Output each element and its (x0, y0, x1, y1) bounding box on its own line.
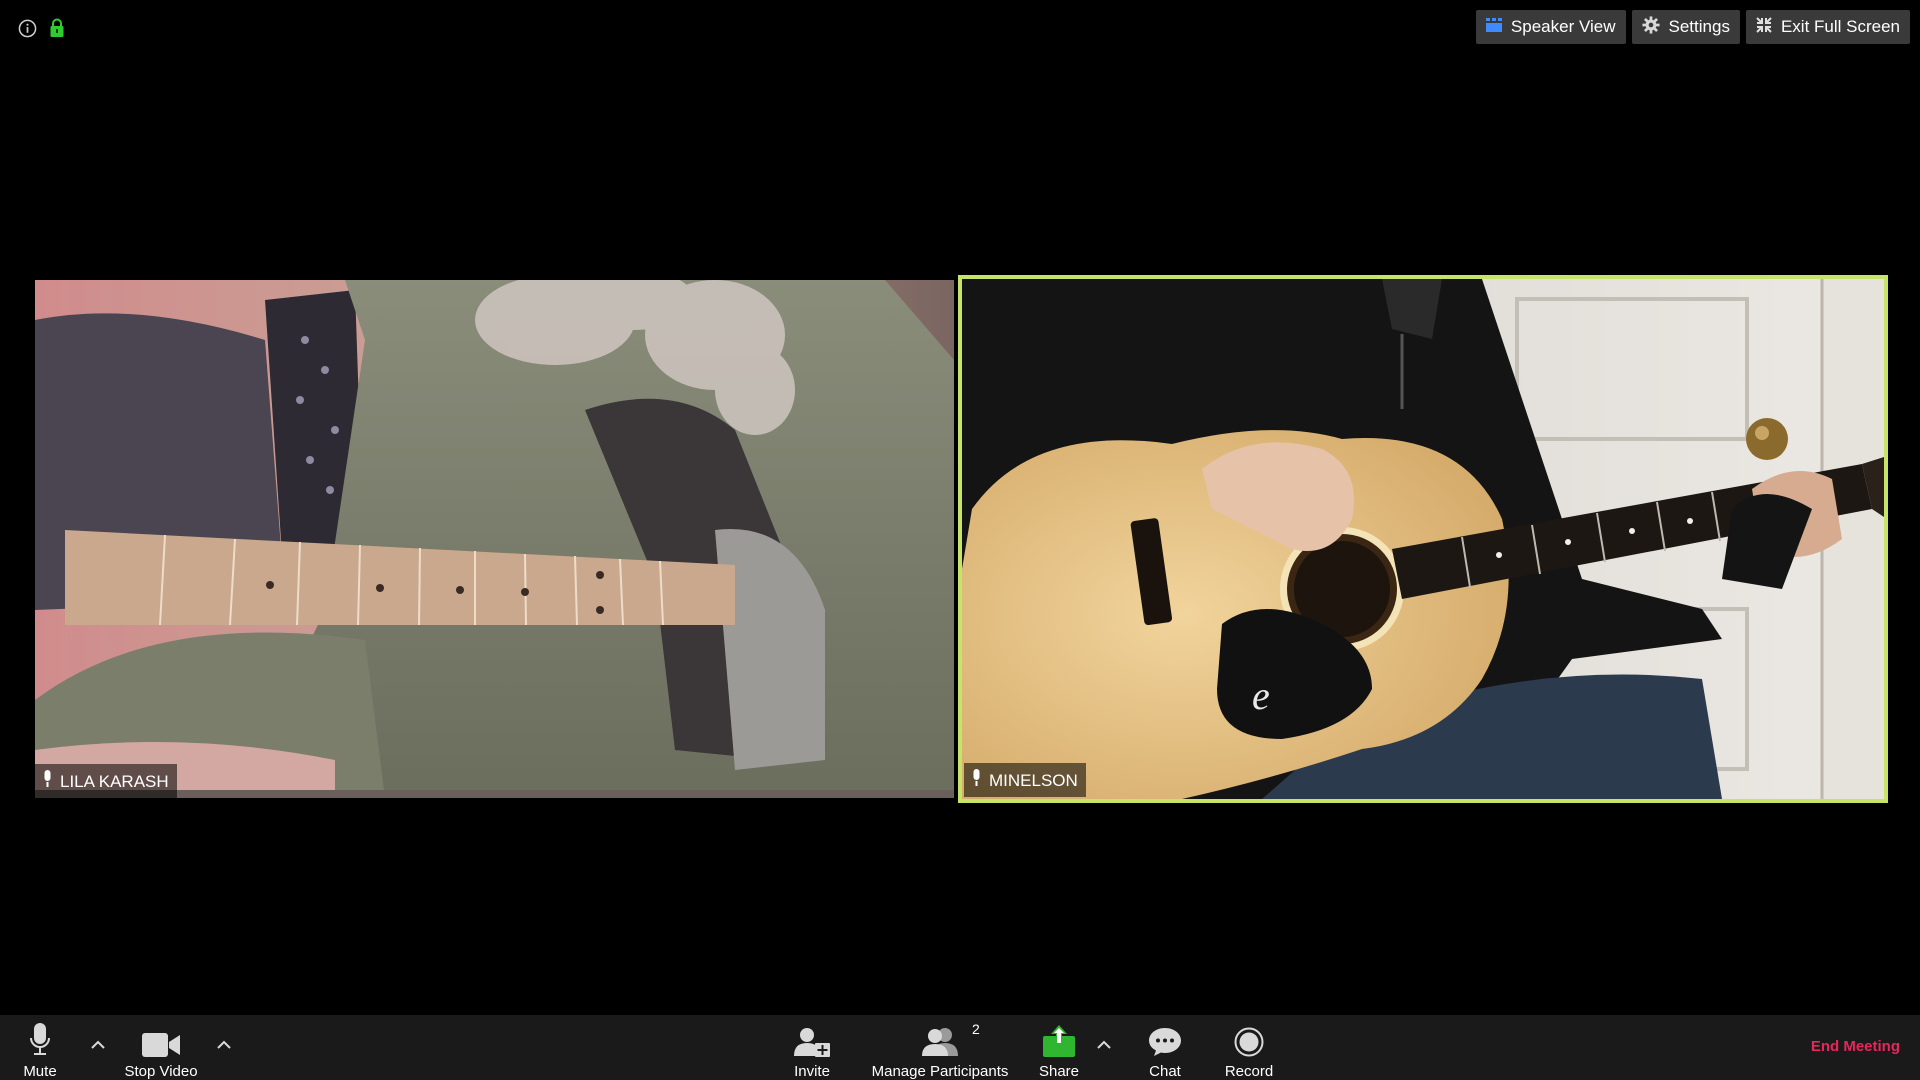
participant-name: LILA KARASH (60, 771, 169, 791)
settings-label: Settings (1668, 17, 1730, 36)
microphone-icon (43, 770, 52, 793)
invite-button[interactable]: Invite (786, 1015, 838, 1080)
speaker-view-icon (1485, 17, 1502, 37)
participant-name-tag: MINELSON (964, 763, 1086, 797)
record-label: Record (1224, 1063, 1274, 1080)
record-button[interactable]: Record (1222, 1015, 1276, 1080)
video-camera-icon (142, 1021, 180, 1057)
share-options-caret[interactable] (1094, 1030, 1114, 1060)
video-tile-lila-karash[interactable]: LILA KARASH (35, 280, 954, 798)
chevron-up-icon (91, 1036, 105, 1054)
speaker-view-button[interactable]: Speaker View (1475, 10, 1626, 44)
speaker-view-label: Speaker View (1510, 17, 1616, 36)
invite-label: Invite (794, 1063, 830, 1080)
chat-button[interactable]: Chat (1145, 1015, 1185, 1080)
manage-participants-label: Manage Participants (871, 1063, 1009, 1080)
lock-icon[interactable] (49, 18, 65, 38)
microphone-icon (972, 769, 981, 792)
manage-participants-button[interactable]: Manage Participants (868, 1015, 1012, 1080)
svg-text:e: e (1252, 673, 1270, 718)
participant-name: MINELSON (989, 770, 1078, 790)
share-icon (1043, 1021, 1075, 1057)
chat-label: Chat (1149, 1063, 1181, 1080)
participant-name-tag: LILA KARASH (35, 764, 177, 798)
top-right-controls: Speaker View Settings Exit Full Screen (1475, 10, 1910, 44)
stop-video-button[interactable]: Stop Video (118, 1015, 204, 1080)
participants-icon (920, 1021, 960, 1057)
info-icon[interactable] (18, 19, 37, 38)
exit-full-screen-button[interactable]: Exit Full Screen (1745, 10, 1910, 44)
record-icon (1234, 1021, 1264, 1057)
video-feed-minelson: e (962, 279, 1884, 799)
exit-full-screen-label: Exit Full Screen (1780, 17, 1900, 36)
participant-count-badge: 2 (972, 1021, 980, 1037)
exit-full-screen-icon (1756, 16, 1772, 38)
video-options-caret[interactable] (214, 1030, 234, 1060)
share-button[interactable]: Share (1034, 1015, 1084, 1080)
mute-label: Mute (23, 1063, 57, 1080)
share-label: Share (1038, 1063, 1080, 1080)
chevron-up-icon (217, 1036, 231, 1054)
gear-icon (1641, 15, 1660, 39)
microphone-icon (29, 1021, 51, 1057)
chevron-up-icon (1097, 1036, 1111, 1054)
meeting-status-icons (18, 18, 65, 38)
invite-icon (794, 1021, 830, 1057)
mute-button[interactable]: Mute (18, 1015, 62, 1080)
end-meeting-button[interactable]: End Meeting (1811, 1038, 1900, 1055)
settings-button[interactable]: Settings (1631, 10, 1740, 44)
video-feed-lila-karash (35, 280, 954, 798)
stop-video-label: Stop Video (124, 1063, 198, 1080)
video-tile-minelson[interactable]: e MINELSON (958, 275, 1888, 803)
audio-options-caret[interactable] (88, 1030, 108, 1060)
chat-icon (1148, 1021, 1182, 1057)
